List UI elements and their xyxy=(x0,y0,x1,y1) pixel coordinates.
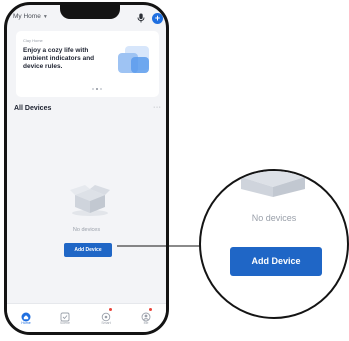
banner-page-indicator xyxy=(92,88,102,90)
home-selector[interactable]: My Home ▼ xyxy=(13,13,48,20)
smart-icon xyxy=(101,308,112,322)
tab-smart[interactable]: Smart xyxy=(94,308,118,325)
zoom-add-device-button[interactable]: Add Device xyxy=(230,247,322,276)
smart-badge xyxy=(109,308,112,311)
banner-tag: Clay Home xyxy=(23,38,43,43)
zoom-callout: No devices Add Device xyxy=(199,169,349,319)
all-devices-title: All Devices xyxy=(14,105,52,112)
banner-headline: Enjoy a cozy life with ambient indicator… xyxy=(23,47,95,70)
plus-icon: + xyxy=(154,13,161,23)
scene-icon xyxy=(60,309,70,322)
home-selector-label: My Home xyxy=(13,13,41,20)
more-options-button[interactable]: ··· xyxy=(153,104,162,111)
empty-box-icon xyxy=(70,185,110,216)
empty-box-icon-zoomed xyxy=(241,171,305,197)
phone-notch xyxy=(60,5,120,19)
profile-icon xyxy=(141,308,152,322)
tab-scene[interactable]: Scene xyxy=(53,309,77,325)
microphone-icon[interactable] xyxy=(136,13,145,23)
banner-illustration xyxy=(118,46,149,73)
add-button[interactable]: + xyxy=(152,13,163,24)
add-device-button[interactable]: Add Device xyxy=(64,243,112,257)
tab-me[interactable]: Me xyxy=(134,308,158,325)
empty-state-text: No devices xyxy=(72,227,101,233)
promo-banner[interactable]: Clay Home Enjoy a cozy life with ambient… xyxy=(16,31,159,97)
bottom-tab-bar: Home Scene Smart Me xyxy=(7,303,166,332)
me-badge xyxy=(149,308,152,311)
phone-frame: My Home ▼ + Clay Home Enjoy a cozy life … xyxy=(4,2,169,335)
tab-home[interactable]: Home xyxy=(14,309,38,325)
home-icon xyxy=(21,309,31,322)
chevron-down-icon: ▼ xyxy=(42,13,48,20)
zoom-empty-state-text: No devices xyxy=(251,213,297,223)
